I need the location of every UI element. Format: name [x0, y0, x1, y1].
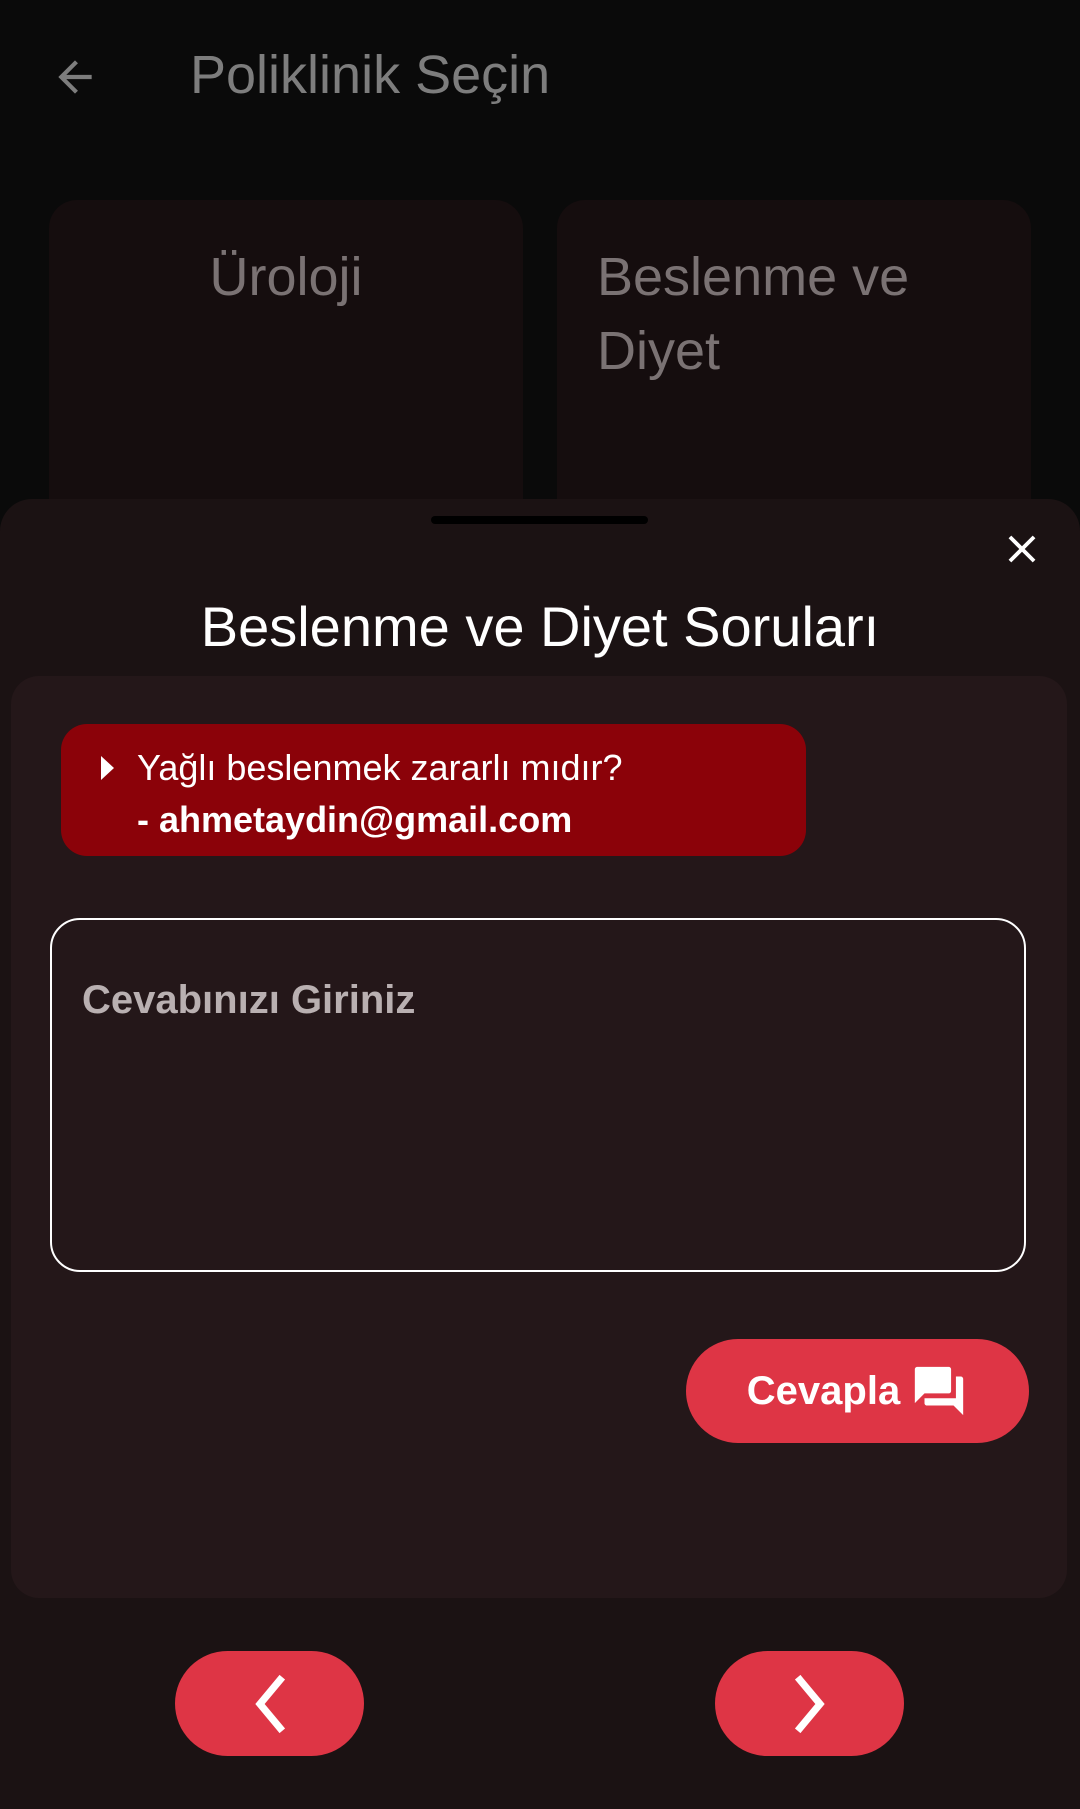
bottom-sheet: Beslenme ve Diyet Soruları Yağlı beslenm… — [0, 499, 1080, 1809]
screen: Poliklinik Seçin Üroloji Beslenme ve Diy… — [0, 0, 1080, 1809]
close-button[interactable] — [990, 517, 1054, 581]
chevron-left-icon — [254, 1674, 285, 1733]
sheet-title: Beslenme ve Diyet Soruları — [200, 595, 880, 658]
app-bar: Poliklinik Seçin — [0, 0, 1080, 160]
question-panel: Yağlı beslenmek zararlı mıdır? - ahmetay… — [11, 676, 1067, 1598]
question-chip[interactable]: Yağlı beslenmek zararlı mıdır? - ahmetay… — [61, 724, 806, 856]
caret-right-icon — [101, 756, 114, 780]
clinic-card-label: Beslenme ve Diyet — [597, 247, 910, 381]
forum-icon — [915, 1366, 964, 1416]
question-author: - ahmetaydin@gmail.com — [137, 799, 573, 840]
next-button[interactable] — [715, 1651, 904, 1756]
answer-button[interactable]: Cevapla — [686, 1339, 1029, 1443]
clinic-card-label: Üroloji — [209, 247, 363, 307]
close-icon — [1008, 535, 1036, 563]
question-text: Yağlı beslenmek zararlı mıdır? — [137, 747, 623, 788]
page-title: Poliklinik Seçin — [190, 45, 551, 105]
answer-placeholder: Cevabınızı Giriniz — [82, 978, 416, 1022]
chevron-right-icon — [794, 1674, 825, 1733]
answer-input[interactable]: Cevabınızı Giriniz — [50, 918, 1026, 1272]
arrow-left-icon — [58, 60, 92, 94]
previous-button[interactable] — [175, 1651, 364, 1756]
drag-handle[interactable] — [431, 516, 648, 524]
back-button[interactable] — [40, 42, 110, 112]
answer-button-label: Cevapla — [746, 1368, 901, 1413]
